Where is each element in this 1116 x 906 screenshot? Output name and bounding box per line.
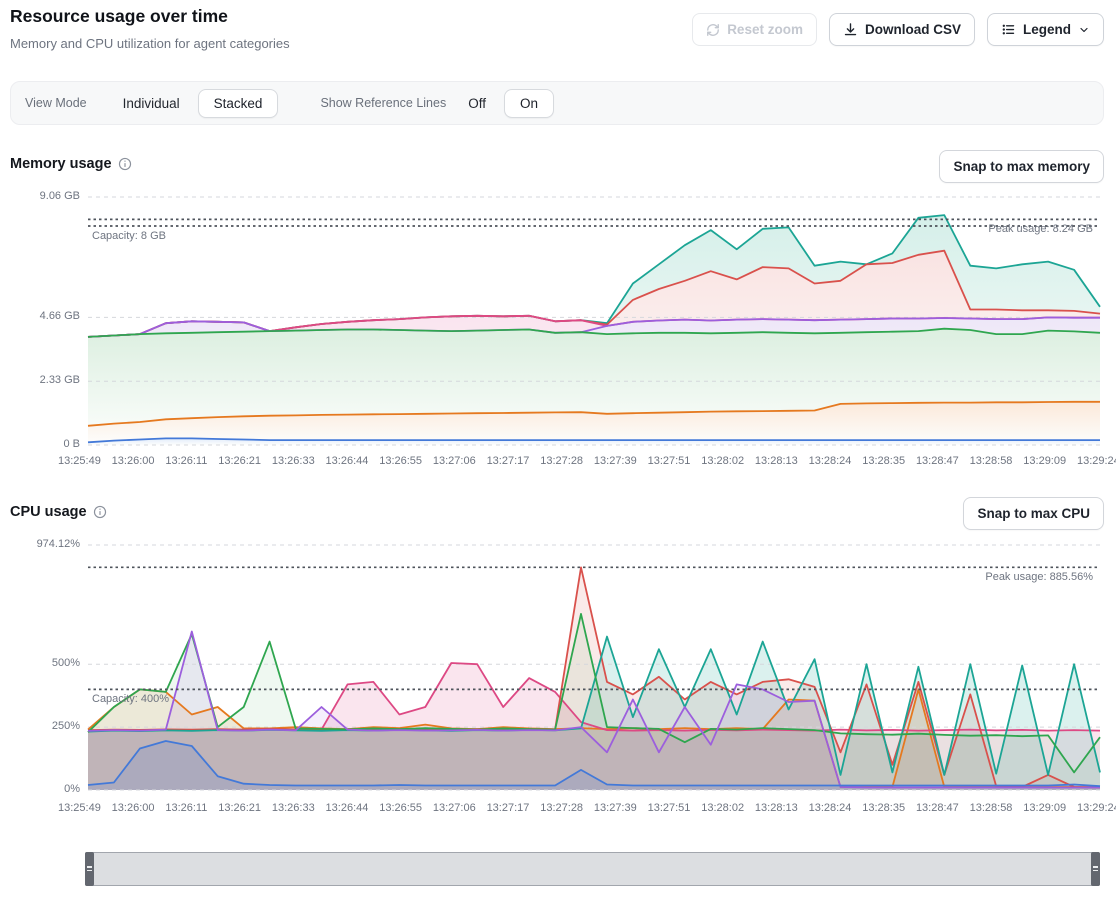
page-title: Resource usage over time xyxy=(10,6,228,27)
reset-zoom-button[interactable]: Reset zoom xyxy=(692,13,817,46)
x-tick-label: 13:26:21 xyxy=(218,802,261,814)
x-tick-label: 13:28:02 xyxy=(701,802,744,814)
x-tick-label: 13:28:02 xyxy=(701,455,744,467)
brush-selected-range[interactable] xyxy=(95,853,1090,885)
x-tick-label: 13:26:00 xyxy=(112,455,155,467)
refresh-icon xyxy=(706,23,720,37)
reference-line-label: Peak usage: 885.56% xyxy=(985,571,1093,583)
x-tick-label: 13:28:35 xyxy=(862,455,905,467)
x-tick-label: 13:28:13 xyxy=(755,802,798,814)
cpu-section-title: CPU usage xyxy=(10,504,107,520)
time-range-brush[interactable] xyxy=(85,852,1100,886)
y-tick-label: 500% xyxy=(8,657,80,669)
x-tick-label: 13:26:33 xyxy=(272,802,315,814)
brush-left-handle[interactable] xyxy=(85,852,94,886)
brush-right-handle[interactable] xyxy=(1091,852,1100,886)
memory-x-axis: 13:25:49 13:26:00 13:26:11 13:26:21 13:26:33… xyxy=(58,455,1116,467)
memory-section-title: Memory usage xyxy=(10,156,132,172)
x-tick-label: 13:26:11 xyxy=(165,802,207,814)
cpu-chart[interactable] xyxy=(88,540,1100,790)
x-tick-label: 13:29:24 xyxy=(1077,455,1116,467)
x-tick-label: 13:27:28 xyxy=(540,455,583,467)
list-icon xyxy=(1001,22,1016,37)
x-tick-label: 13:25:49 xyxy=(58,455,101,467)
x-tick-label: 13:28:13 xyxy=(755,455,798,467)
memory-chart[interactable] xyxy=(88,192,1100,445)
snap-to-max-cpu-button[interactable]: Snap to max CPU xyxy=(963,497,1104,530)
reference-lines-off-option[interactable]: Off xyxy=(458,90,496,117)
x-tick-label: 13:26:21 xyxy=(218,455,261,467)
cpu-title-text: CPU usage xyxy=(10,504,87,520)
reference-line-label: Capacity: 8 GB xyxy=(92,230,166,242)
x-tick-label: 13:27:39 xyxy=(594,455,637,467)
x-tick-label: 13:26:55 xyxy=(379,802,422,814)
x-tick-label: 13:26:11 xyxy=(165,455,207,467)
x-tick-label: 13:27:06 xyxy=(433,802,476,814)
y-tick-label: 974.12% xyxy=(8,538,80,550)
x-tick-label: 13:26:00 xyxy=(112,802,155,814)
x-tick-label: 13:28:24 xyxy=(809,455,852,467)
y-tick-label: 9.06 GB xyxy=(8,190,80,202)
reset-zoom-label: Reset zoom xyxy=(727,22,803,37)
x-tick-label: 13:28:24 xyxy=(809,802,852,814)
chevron-down-icon xyxy=(1078,24,1090,36)
download-csv-button[interactable]: Download CSV xyxy=(829,13,975,46)
view-mode-individual-option[interactable]: Individual xyxy=(113,90,190,117)
legend-label: Legend xyxy=(1023,22,1071,37)
view-mode-label: View Mode xyxy=(25,96,87,110)
x-tick-label: 13:27:28 xyxy=(540,802,583,814)
x-tick-label: 13:27:06 xyxy=(433,455,476,467)
reference-line-label: Peak usage: 8.24 GB xyxy=(988,223,1093,235)
x-tick-label: 13:27:17 xyxy=(487,802,530,814)
x-tick-label: 13:25:49 xyxy=(58,802,101,814)
page-subtitle: Memory and CPU utilization for agent cat… xyxy=(10,36,290,51)
x-tick-label: 13:27:51 xyxy=(648,802,691,814)
show-reference-lines-label: Show Reference Lines xyxy=(320,96,446,110)
x-tick-label: 13:26:44 xyxy=(326,802,369,814)
x-tick-label: 13:28:58 xyxy=(970,802,1013,814)
download-csv-label: Download CSV xyxy=(865,22,961,37)
x-tick-label: 13:26:44 xyxy=(326,455,369,467)
x-tick-label: 13:27:17 xyxy=(487,455,530,467)
info-icon[interactable] xyxy=(93,505,107,519)
download-icon xyxy=(843,22,858,37)
info-icon[interactable] xyxy=(118,157,132,171)
x-tick-label: 13:28:47 xyxy=(916,455,959,467)
snap-to-max-memory-button[interactable]: Snap to max memory xyxy=(939,150,1104,183)
chart-options-toolbar: View Mode Individual Stacked Show Refere… xyxy=(10,81,1104,125)
x-tick-label: 13:26:33 xyxy=(272,455,315,467)
x-tick-label: 13:29:24 xyxy=(1077,802,1116,814)
y-tick-label: 0 B xyxy=(8,438,80,450)
memory-title-text: Memory usage xyxy=(10,156,112,172)
header-actions: Reset zoom Download CSV Legend xyxy=(692,13,1104,46)
x-tick-label: 13:29:09 xyxy=(1023,455,1066,467)
dashboard-page: Resource usage over time Memory and CPU … xyxy=(0,0,1116,906)
x-tick-label: 13:28:47 xyxy=(916,802,959,814)
view-mode-stacked-option[interactable]: Stacked xyxy=(198,89,279,118)
x-tick-label: 13:27:51 xyxy=(648,455,691,467)
x-tick-label: 13:28:35 xyxy=(862,802,905,814)
x-tick-label: 13:29:09 xyxy=(1023,802,1066,814)
x-tick-label: 13:28:58 xyxy=(970,455,1013,467)
cpu-x-axis: 13:25:49 13:26:00 13:26:11 13:26:21 13:26:33… xyxy=(58,802,1116,814)
x-tick-label: 13:26:55 xyxy=(379,455,422,467)
y-tick-label: 250% xyxy=(8,720,80,732)
x-tick-label: 13:27:39 xyxy=(594,802,637,814)
legend-button[interactable]: Legend xyxy=(987,13,1104,46)
y-tick-label: 0% xyxy=(8,783,80,795)
y-tick-label: 4.66 GB xyxy=(8,310,80,322)
reference-lines-on-option[interactable]: On xyxy=(504,89,554,118)
reference-line-label: Capacity: 400% xyxy=(92,693,169,705)
y-tick-label: 2.33 GB xyxy=(8,374,80,386)
